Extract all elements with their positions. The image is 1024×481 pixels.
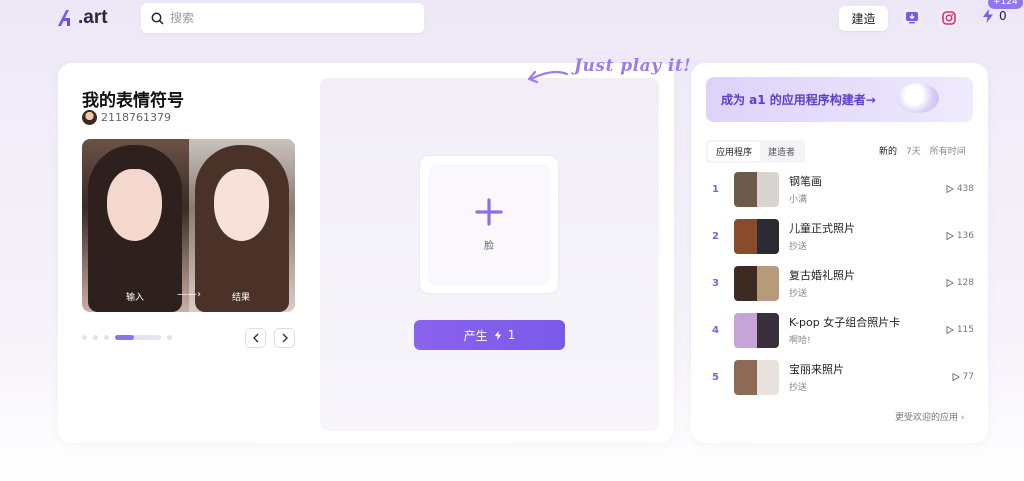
play-count: 77 xyxy=(952,372,974,382)
rank-number: 4 xyxy=(712,324,719,336)
tab-builders[interactable]: 建造者 xyxy=(760,142,803,161)
next-button[interactable] xyxy=(274,328,295,348)
credit-badge: +124 xyxy=(988,0,1023,9)
app-author: 小满 xyxy=(789,195,808,205)
face-upload[interactable]: 脸 xyxy=(419,155,559,294)
ranking-row[interactable]: 2 儿童正式照片 抄送 136 xyxy=(706,218,974,254)
more-apps-link[interactable]: 更受欢迎的应用 › xyxy=(895,410,964,423)
play-icon xyxy=(952,373,960,381)
avatar xyxy=(82,110,97,125)
carousel-dot[interactable] xyxy=(93,335,98,340)
ranking-row[interactable]: 5 宝丽来照片抄送 77 xyxy=(706,359,974,395)
chevron-left-icon xyxy=(252,333,258,343)
instagram-icon[interactable] xyxy=(940,9,958,27)
play-count-value: 115 xyxy=(956,325,974,335)
credits-counter[interactable]: 0 xyxy=(982,9,1007,23)
play-icon xyxy=(946,185,954,193)
app-name: K-pop 女子组合照片卡 xyxy=(789,316,901,329)
example-preview xyxy=(82,139,295,312)
ranking-row[interactable]: 4 K-pop 女子组合照片卡 啊哈! 115 xyxy=(706,312,974,348)
rank-number: 5 xyxy=(712,371,719,383)
filter-7days[interactable]: 7天 xyxy=(906,144,921,157)
filter-new[interactable]: 新的 xyxy=(879,144,897,157)
app-author: 抄送 xyxy=(789,289,808,299)
filter-all-time[interactable]: 所有时间 xyxy=(930,144,966,157)
play-icon xyxy=(946,326,954,334)
lightning-icon xyxy=(494,330,502,340)
chevron-right-icon xyxy=(282,333,288,343)
logo-icon xyxy=(58,10,70,26)
author[interactable]: 2118761379 xyxy=(82,110,171,125)
carousel-dot[interactable] xyxy=(104,335,109,340)
app-thumbnail xyxy=(734,218,779,254)
app-name: 钢笔画 xyxy=(789,175,822,188)
lightning-icon xyxy=(983,9,993,23)
logo-text: .art xyxy=(78,7,108,28)
carousel-dot[interactable] xyxy=(82,335,87,340)
result-photo xyxy=(188,139,295,312)
input-photo xyxy=(82,139,189,312)
download-icon[interactable] xyxy=(903,9,921,27)
app-name: 宝丽来照片 xyxy=(789,363,844,376)
play-count: 128 xyxy=(946,278,974,288)
build-button[interactable]: 建造 xyxy=(839,6,888,31)
generate-label: 产生 xyxy=(463,328,488,343)
carousel-dot[interactable] xyxy=(167,335,172,340)
play-icon xyxy=(946,232,954,240)
play-count-value: 136 xyxy=(956,231,974,241)
ranking-tabs: 应用程序 建造者 xyxy=(706,140,806,163)
play-count: 438 xyxy=(946,184,974,194)
play-icon xyxy=(946,279,954,287)
app-name: 儿童正式照片 xyxy=(789,222,855,235)
app-title: 我的表情符号 xyxy=(82,91,184,111)
app-thumbnail xyxy=(734,359,779,395)
result-label: 结果 xyxy=(232,293,251,303)
credits-value: 0 xyxy=(999,9,1007,23)
rank-number: 2 xyxy=(712,230,719,242)
play-count: 115 xyxy=(946,325,974,335)
play-count: 136 xyxy=(946,231,974,241)
banner-text: 成为 a1 的应用程序构建者→ xyxy=(721,93,876,107)
coin-icon xyxy=(897,83,939,113)
ranking-row[interactable]: 3 复古婚礼照片 抄送 128 xyxy=(706,265,974,301)
rank-number: 1 xyxy=(712,183,719,195)
search-icon xyxy=(151,12,164,25)
app-author: 啊哈! xyxy=(789,336,811,346)
author-id: 2118761379 xyxy=(101,111,171,124)
app-thumbnail xyxy=(734,265,779,301)
app-thumbnail xyxy=(734,171,779,207)
upload-label: 脸 xyxy=(484,240,494,252)
play-count-value: 77 xyxy=(962,372,974,382)
logo[interactable]: .art xyxy=(56,6,108,30)
time-filters: 新的 7天 所有时间 xyxy=(879,144,966,157)
carousel-dot-active[interactable] xyxy=(115,335,161,340)
app-author: 抄送 xyxy=(789,383,808,393)
tagline: Just play it! xyxy=(574,56,692,76)
search-input[interactable] xyxy=(170,11,410,25)
generate-button[interactable]: 产生 1 xyxy=(414,320,565,350)
arrow-right-icon: ——› xyxy=(177,289,201,300)
carousel-dots xyxy=(82,335,172,340)
curved-arrow-icon xyxy=(527,70,569,84)
generate-cost: 1 xyxy=(507,328,516,342)
play-count-value: 128 xyxy=(956,278,974,288)
rank-number: 3 xyxy=(712,277,719,289)
tab-apps[interactable]: 应用程序 xyxy=(708,142,761,161)
play-count-value: 438 xyxy=(956,184,974,194)
app-name: 复古婚礼照片 xyxy=(789,269,855,282)
prev-button[interactable] xyxy=(245,328,266,348)
search-bar[interactable] xyxy=(141,3,424,33)
plus-icon xyxy=(475,197,503,231)
app-thumbnail xyxy=(734,312,779,348)
input-label: 输入 xyxy=(126,293,145,303)
app-author: 抄送 xyxy=(789,242,808,252)
ranking-row[interactable]: 1 钢笔画小满 438 xyxy=(706,171,974,207)
